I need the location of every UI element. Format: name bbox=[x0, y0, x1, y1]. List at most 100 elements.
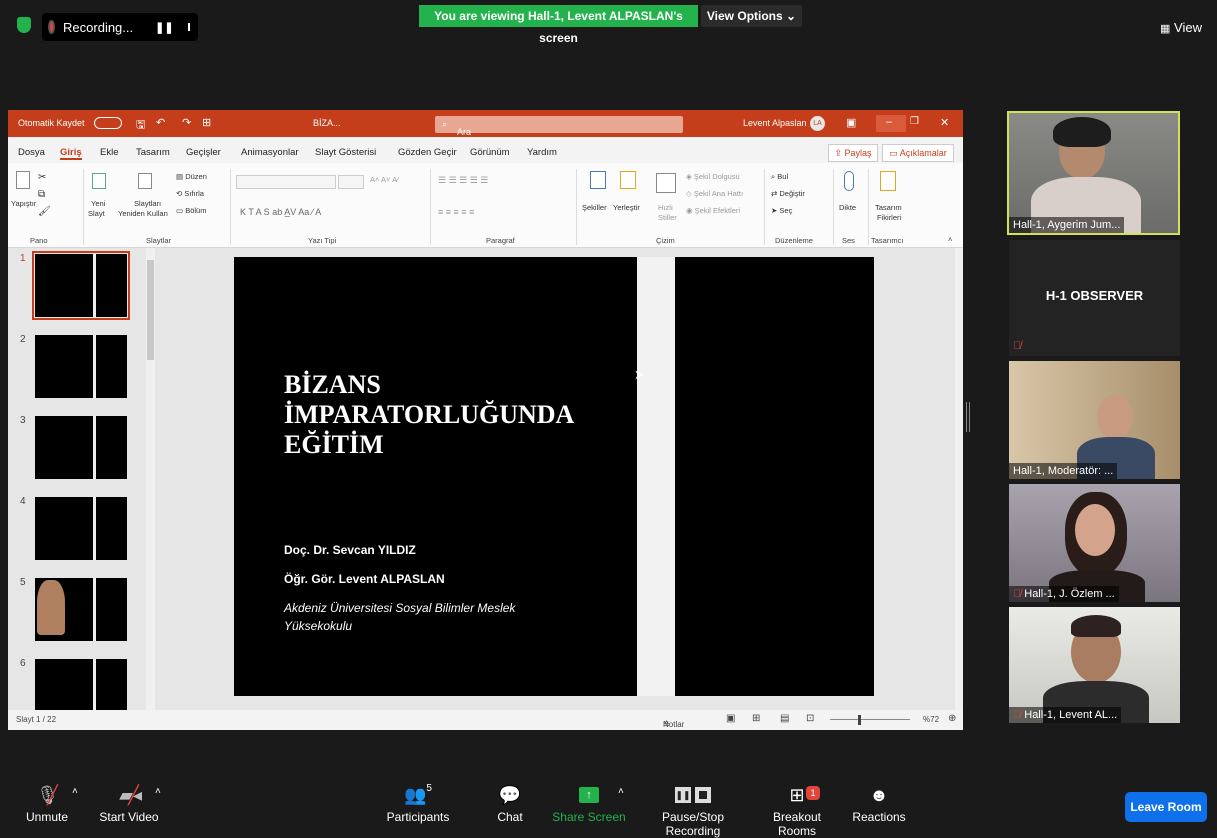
font-grow-icon[interactable]: A˄ A˅ A⁄ bbox=[370, 175, 398, 184]
align-icons[interactable]: ≡ ≡ ≡ ≡ ≡ bbox=[438, 207, 474, 217]
slide-thumb-4[interactable] bbox=[35, 497, 127, 560]
designer-label2[interactable]: Fikirleri bbox=[877, 213, 901, 222]
participant-tile-levent[interactable]: 🎙̸ Hall-1, Levent AL... bbox=[1009, 607, 1180, 723]
tab-ekle[interactable]: Ekle bbox=[100, 147, 118, 158]
copy-icon[interactable]: ⧉ bbox=[38, 189, 45, 200]
save-icon[interactable]: 🖫 bbox=[136, 116, 145, 135]
replace-button[interactable]: ⇄ Değiştir bbox=[771, 189, 805, 198]
slide-sorter-icon[interactable]: ⊞ bbox=[752, 713, 760, 724]
participant-tile-ozlem[interactable]: 🎙̸ Hall-1, J. Özlem ... bbox=[1009, 484, 1180, 602]
collapse-ribbon-icon[interactable]: ˄ bbox=[948, 235, 952, 244]
slide-thumb-6[interactable] bbox=[35, 659, 127, 710]
quick-styles-label[interactable]: Hızlı bbox=[658, 203, 673, 212]
tab-giris[interactable]: Giriş bbox=[60, 147, 82, 160]
search-input[interactable]: ⌕ Ara bbox=[435, 116, 683, 137]
fit-window-icon[interactable]: ⊕ bbox=[948, 713, 956, 724]
new-slide-label2[interactable]: Slayt bbox=[88, 209, 105, 218]
slide-scrollbar[interactable] bbox=[955, 248, 963, 710]
reuse-slides-icon[interactable] bbox=[138, 173, 152, 189]
slide-author-2[interactable]: Öğr. Gör. Levent ALPASLAN bbox=[284, 572, 445, 586]
quick-styles-icon[interactable] bbox=[656, 173, 676, 193]
reuse-label[interactable]: Slaytları bbox=[134, 199, 161, 208]
new-slide-icon[interactable] bbox=[92, 173, 106, 189]
tab-yardim[interactable]: Yardım bbox=[527, 147, 557, 158]
redo-icon[interactable]: ↷ bbox=[182, 116, 191, 129]
shapes-icon[interactable] bbox=[590, 171, 606, 189]
participant-tile-observer[interactable]: H-1 OBSERVER 🎙̸ bbox=[1009, 240, 1180, 356]
zoom-slider[interactable] bbox=[830, 719, 910, 720]
video-options-chevron-icon[interactable]: ˄ bbox=[155, 786, 161, 797]
slide-title[interactable]: BİZANS İMPARATORLUĞUNDA EĞİTİM bbox=[284, 370, 624, 460]
pause-stop-recording-button[interactable]: ❚❚ Pause/Stop Recording bbox=[636, 780, 750, 838]
slide-thumb-1[interactable] bbox=[32, 251, 130, 320]
slide-thumb-5[interactable] bbox=[35, 578, 127, 641]
reset-button[interactable]: ⟲ Sıfırla bbox=[176, 189, 204, 198]
shape-fill-button[interactable]: ◈ Şekil Dolgusu bbox=[686, 172, 740, 181]
paste-label[interactable]: Yapıştır bbox=[11, 199, 36, 208]
arrange-label[interactable]: Yerleştir bbox=[613, 203, 640, 212]
section-button[interactable]: ▭ Bölüm bbox=[176, 206, 206, 215]
find-button[interactable]: ⌕ Bul bbox=[771, 172, 788, 182]
tab-tasarim[interactable]: Tasarım bbox=[136, 147, 170, 158]
file-name[interactable]: BİZA... bbox=[313, 118, 341, 128]
comments-button[interactable]: ▭ Açıklamalar bbox=[882, 144, 954, 162]
tab-gecisler[interactable]: Geçişler bbox=[186, 147, 221, 158]
paste-icon[interactable] bbox=[16, 171, 30, 189]
close-icon[interactable]: ✕ bbox=[940, 116, 949, 129]
leave-room-button[interactable]: Leave Room bbox=[1125, 792, 1207, 822]
shapes-label[interactable]: Şekiller bbox=[582, 203, 607, 212]
slide-institution[interactable]: Akdeniz Üniversitesi Sosyal Bilimler Mes… bbox=[284, 599, 574, 635]
tab-gozden-gecir[interactable]: Gözden Geçir bbox=[398, 147, 457, 158]
designer-icon[interactable] bbox=[880, 171, 896, 191]
microphone-icon[interactable] bbox=[844, 171, 854, 191]
start-video-button[interactable]: ▰◂ ╱ Start Video bbox=[94, 780, 164, 825]
format-painter-icon[interactable]: 🖌 bbox=[38, 206, 51, 217]
select-button[interactable]: ➤ Seç bbox=[771, 206, 792, 215]
security-shield-icon[interactable] bbox=[17, 17, 31, 33]
layout-button[interactable]: ▤ Düzen bbox=[176, 172, 207, 181]
designer-label[interactable]: Tasarım bbox=[875, 203, 902, 212]
dictate-label[interactable]: Dikte bbox=[839, 203, 856, 212]
breakout-rooms-button[interactable]: ⊞ 1 Breakout Rooms bbox=[754, 780, 840, 838]
tab-gorunum[interactable]: Görünüm bbox=[470, 147, 510, 158]
current-slide[interactable]: BİZANS İMPARATORLUĞUNDA EĞİTİM Doç. Dr. … bbox=[234, 257, 874, 696]
present-icon[interactable]: ⊞ bbox=[202, 116, 211, 129]
shape-outline-button[interactable]: ◇ Şekil Ana Hattı bbox=[686, 189, 743, 198]
restore-icon[interactable]: ❐ bbox=[910, 116, 919, 127]
view-options-button[interactable]: View Options ⌄ bbox=[701, 5, 802, 27]
thumbnail-scrollbar[interactable] bbox=[146, 248, 155, 710]
panel-splitter[interactable] bbox=[966, 402, 970, 432]
tab-dosya[interactable]: Dosya bbox=[18, 147, 45, 158]
zoom-slider-handle[interactable] bbox=[858, 715, 861, 725]
ribbon-display-icon[interactable]: ▣ bbox=[846, 116, 856, 129]
reactions-button[interactable]: ☻ Reactions bbox=[848, 780, 910, 825]
audio-options-chevron-icon[interactable]: ˄ bbox=[72, 786, 78, 797]
view-button[interactable]: ▦ View bbox=[1160, 20, 1202, 35]
participant-tile-active-speaker[interactable]: Hall-1, Aygerim Jum... bbox=[1007, 111, 1180, 235]
share-button[interactable]: ⇪ Paylaş bbox=[828, 144, 878, 162]
pause-recording-icon[interactable]: ❚❚ bbox=[155, 21, 173, 34]
slide-thumb-2[interactable] bbox=[35, 335, 127, 398]
share-screen-button[interactable]: ↑ Share Screen bbox=[552, 780, 626, 824]
reuse-label2[interactable]: Yeniden Kullan bbox=[118, 209, 168, 218]
undo-icon[interactable]: ↶ bbox=[156, 116, 165, 129]
user-avatar[interactable]: LA bbox=[810, 116, 825, 131]
scroll-thumb[interactable] bbox=[147, 260, 154, 360]
arrange-icon[interactable] bbox=[620, 171, 636, 189]
tab-animasyonlar[interactable]: Animasyonlar bbox=[241, 147, 299, 158]
slide-author-1[interactable]: Doç. Dr. Sevcan YILDIZ bbox=[284, 543, 416, 557]
font-size-select[interactable] bbox=[338, 175, 364, 189]
shape-effects-button[interactable]: ◉ Şekil Efektleri bbox=[686, 206, 740, 215]
normal-view-icon[interactable]: ▣ bbox=[726, 713, 735, 724]
autosave-toggle[interactable] bbox=[94, 117, 122, 129]
participants-button[interactable]: 👥 5 Participants bbox=[382, 780, 454, 825]
unmute-button[interactable]: 🎙 ╱ Unmute bbox=[18, 780, 76, 825]
slide-thumb-3[interactable] bbox=[35, 416, 127, 479]
font-family-select[interactable] bbox=[236, 175, 336, 189]
slideshow-icon[interactable]: ⊡ bbox=[806, 713, 814, 724]
tab-slayt-gosterisi[interactable]: Slayt Gösterisi bbox=[315, 147, 376, 158]
participant-tile-moderator[interactable]: Hall-1, Moderatör: ... bbox=[1009, 361, 1180, 479]
chat-button[interactable]: 💬 Chat bbox=[488, 780, 532, 825]
stop-recording-icon[interactable] bbox=[187, 23, 190, 31]
zoom-level[interactable]: %72 bbox=[923, 715, 939, 724]
